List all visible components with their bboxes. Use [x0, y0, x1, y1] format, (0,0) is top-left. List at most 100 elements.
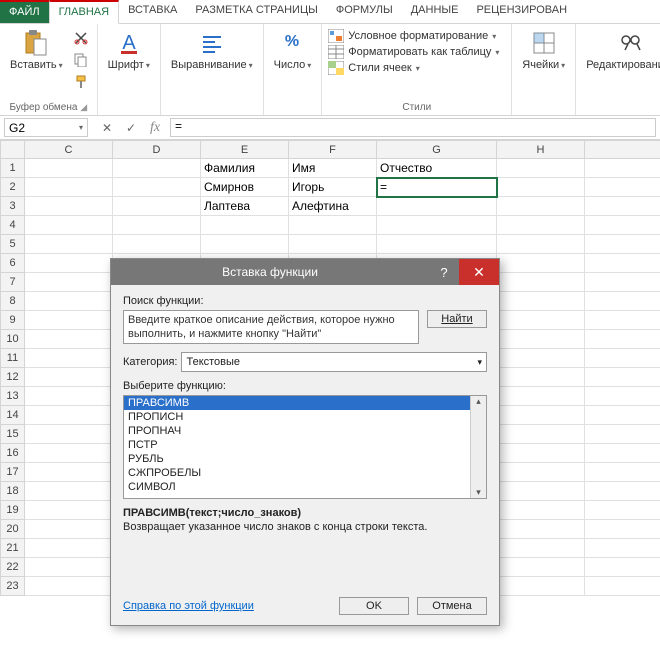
cancel-button[interactable]: Отмена: [417, 597, 487, 615]
cell[interactable]: [25, 482, 113, 501]
function-help-link[interactable]: Справка по этой функции: [123, 600, 254, 612]
row-header[interactable]: 6: [1, 254, 25, 273]
conditional-formatting-button[interactable]: Условное форматирование▾: [328, 29, 499, 43]
cell[interactable]: [113, 216, 201, 235]
row-header[interactable]: 3: [1, 197, 25, 216]
search-function-input[interactable]: Введите краткое описание действия, котор…: [123, 310, 419, 344]
cell[interactable]: [497, 330, 585, 349]
cell[interactable]: [497, 311, 585, 330]
cell[interactable]: [497, 254, 585, 273]
cell[interactable]: [25, 577, 113, 596]
tab-insert[interactable]: ВСТАВКА: [119, 0, 186, 23]
row-header[interactable]: 12: [1, 368, 25, 387]
editing-button[interactable]: Редактирование: [582, 27, 660, 73]
cell[interactable]: [497, 349, 585, 368]
cell[interactable]: [25, 273, 113, 292]
row-header[interactable]: 10: [1, 330, 25, 349]
row-header[interactable]: 1: [1, 159, 25, 178]
col-header[interactable]: E: [201, 141, 289, 159]
function-list-item[interactable]: ПРОПНАЧ: [124, 424, 470, 438]
row-header[interactable]: 15: [1, 425, 25, 444]
cell[interactable]: [25, 330, 113, 349]
tab-data[interactable]: ДАННЫЕ: [402, 0, 468, 23]
dialog-help-button[interactable]: ?: [429, 265, 459, 280]
cell[interactable]: Смирнов: [201, 178, 289, 197]
col-header[interactable]: C: [25, 141, 113, 159]
cell-styles-button[interactable]: Стили ячеек▾: [328, 61, 499, 75]
cell[interactable]: [25, 444, 113, 463]
cell[interactable]: [25, 463, 113, 482]
cell[interactable]: [289, 235, 377, 254]
cell[interactable]: [25, 558, 113, 577]
formula-input[interactable]: =: [170, 118, 656, 137]
number-button[interactable]: % Число: [270, 27, 316, 73]
cell[interactable]: =: [377, 178, 497, 197]
row-header[interactable]: 18: [1, 482, 25, 501]
cell[interactable]: [497, 482, 585, 501]
cell[interactable]: [377, 235, 497, 254]
copy-button[interactable]: [71, 51, 91, 69]
dialog-titlebar[interactable]: Вставка функции ? ✕: [111, 259, 499, 285]
cell[interactable]: [497, 463, 585, 482]
cell[interactable]: [25, 520, 113, 539]
cell[interactable]: [25, 292, 113, 311]
cell[interactable]: [377, 216, 497, 235]
function-list-item[interactable]: ПРАВСИМВ: [124, 396, 470, 410]
row-header[interactable]: 5: [1, 235, 25, 254]
cell[interactable]: [25, 159, 113, 178]
enter-formula-button[interactable]: ✓: [122, 119, 140, 137]
cell[interactable]: [113, 235, 201, 254]
cell[interactable]: [289, 216, 377, 235]
cell[interactable]: [497, 558, 585, 577]
cell[interactable]: [497, 387, 585, 406]
function-list-item[interactable]: ПРОПИСН: [124, 410, 470, 424]
category-select[interactable]: Текстовые▾: [181, 352, 487, 372]
cell[interactable]: [497, 178, 585, 197]
function-list-item[interactable]: РУБЛЬ: [124, 452, 470, 466]
row-header[interactable]: 21: [1, 539, 25, 558]
col-header[interactable]: F: [289, 141, 377, 159]
cell[interactable]: [497, 501, 585, 520]
tab-formulas[interactable]: ФОРМУЛЫ: [327, 0, 402, 23]
cell[interactable]: [497, 368, 585, 387]
cell[interactable]: [113, 197, 201, 216]
cell[interactable]: [25, 368, 113, 387]
name-box[interactable]: G2▾: [4, 118, 88, 137]
cells-button[interactable]: Ячейки: [518, 27, 569, 73]
cell[interactable]: [25, 425, 113, 444]
function-list-item[interactable]: СИМВОЛ: [124, 480, 470, 494]
cell[interactable]: [25, 349, 113, 368]
row-header[interactable]: 23: [1, 577, 25, 596]
function-list-scrollbar[interactable]: ▴▾: [470, 396, 486, 498]
cell[interactable]: [497, 406, 585, 425]
cell[interactable]: [497, 292, 585, 311]
row-header[interactable]: 4: [1, 216, 25, 235]
row-header[interactable]: 2: [1, 178, 25, 197]
cell[interactable]: [201, 216, 289, 235]
cell[interactable]: [497, 520, 585, 539]
cell[interactable]: [25, 501, 113, 520]
ok-button[interactable]: OK: [339, 597, 409, 615]
cell[interactable]: [497, 425, 585, 444]
cell[interactable]: Игорь: [289, 178, 377, 197]
cell[interactable]: [497, 159, 585, 178]
row-header[interactable]: 13: [1, 387, 25, 406]
cell[interactable]: Лаптева: [201, 197, 289, 216]
function-list-item[interactable]: ПСТР: [124, 438, 470, 452]
row-header[interactable]: 8: [1, 292, 25, 311]
cell[interactable]: [497, 444, 585, 463]
row-header[interactable]: 7: [1, 273, 25, 292]
alignment-button[interactable]: Выравнивание: [167, 27, 257, 73]
cell[interactable]: [497, 539, 585, 558]
row-header[interactable]: 20: [1, 520, 25, 539]
row-header[interactable]: 17: [1, 463, 25, 482]
cell[interactable]: [113, 178, 201, 197]
cell[interactable]: [497, 577, 585, 596]
tab-home[interactable]: ГЛАВНАЯ: [49, 0, 119, 24]
insert-function-button[interactable]: fx: [146, 119, 164, 137]
cell[interactable]: [113, 159, 201, 178]
cell[interactable]: [25, 539, 113, 558]
cell[interactable]: [25, 178, 113, 197]
row-header[interactable]: 11: [1, 349, 25, 368]
cell[interactable]: [25, 311, 113, 330]
